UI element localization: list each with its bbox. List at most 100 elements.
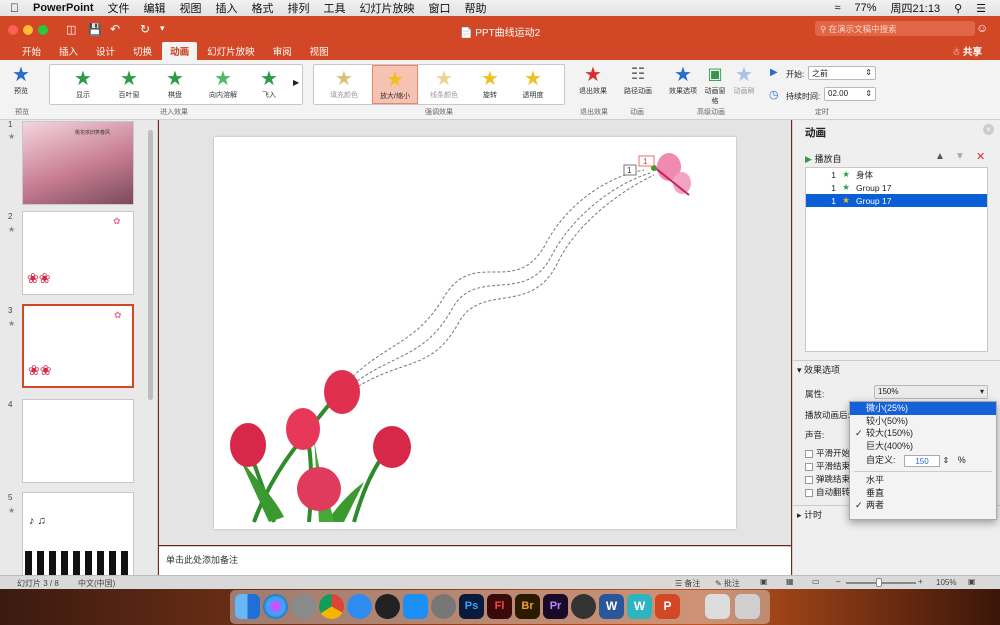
- effect-appear[interactable]: ★ 显示: [62, 68, 104, 100]
- gallery-more-icon[interactable]: ▶: [293, 78, 299, 87]
- property-select[interactable]: 150% ▾: [874, 385, 988, 399]
- menu-edit[interactable]: 编辑: [144, 0, 166, 16]
- search-icon[interactable]: ⚲: [954, 2, 962, 15]
- zoom-button[interactable]: [38, 25, 48, 35]
- move-up-icon[interactable]: ▲: [935, 151, 945, 162]
- search-box[interactable]: ⚲ 在演示文稿中搜索: [815, 21, 975, 36]
- powerpoint-icon[interactable]: P: [655, 594, 680, 619]
- animation-painter-button[interactable]: ★ 动画刷: [728, 64, 760, 96]
- notes-toggle[interactable]: ☰ 备注: [675, 578, 700, 589]
- reading-view-icon[interactable]: ▭: [812, 577, 820, 586]
- tab-insert[interactable]: 插入: [51, 42, 86, 60]
- menu-slideshow[interactable]: 幻灯片放映: [360, 0, 415, 16]
- bounce-end-checkbox[interactable]: 弹跳结束: [805, 473, 850, 485]
- tab-review[interactable]: 审阅: [265, 42, 300, 60]
- effect-blinds[interactable]: ★ 百叶窗: [108, 68, 150, 100]
- smooth-start-checkbox[interactable]: 平滑开始: [805, 447, 850, 459]
- effect-dissolve-in[interactable]: ★ 向内溶解: [200, 68, 246, 100]
- menu-window[interactable]: 窗口: [429, 0, 451, 16]
- share-button[interactable]: ☃ 共享: [944, 42, 990, 60]
- duration-input[interactable]: 02.00 ⇕: [824, 87, 876, 101]
- wps-icon[interactable]: W: [627, 594, 652, 619]
- effect-transparency[interactable]: ★ 透明度: [512, 68, 554, 100]
- option-larger[interactable]: ✓ 较大(150%): [850, 427, 996, 440]
- smooth-end-checkbox[interactable]: 平滑结束: [805, 460, 850, 472]
- tulip-bouquet[interactable]: [230, 370, 411, 523]
- effect-fill-color[interactable]: ★ 填充颜色: [322, 68, 366, 100]
- slide-thumbnail-4[interactable]: [22, 399, 134, 483]
- premiere-icon[interactable]: Pr: [543, 594, 568, 619]
- launchpad-icon[interactable]: [291, 594, 316, 619]
- undo-icon[interactable]: ↶: [110, 22, 120, 36]
- save-icon[interactable]: 💾: [88, 23, 102, 36]
- tab-view[interactable]: 视图: [302, 42, 337, 60]
- wifi-icon[interactable]: ≈: [834, 2, 840, 14]
- option-horizontal[interactable]: 水平: [850, 474, 996, 487]
- effect-fly-in[interactable]: ★ 飞入: [248, 68, 290, 100]
- tab-animations[interactable]: 动画: [162, 42, 198, 60]
- photoshop-icon[interactable]: Ps: [459, 594, 484, 619]
- butterfly-image[interactable]: [651, 153, 691, 196]
- motion-path-button[interactable]: ☷ 路径动画: [617, 64, 659, 96]
- option-vertical[interactable]: 垂直: [850, 487, 996, 500]
- slide-thumbnail-3[interactable]: ✿ ❀❀: [22, 304, 134, 388]
- close-button[interactable]: [8, 25, 18, 35]
- play-from-button[interactable]: ▶ 播放自: [805, 152, 841, 165]
- quicktime-icon[interactable]: [571, 594, 596, 619]
- effect-line-color[interactable]: ★ 线条颜色: [422, 68, 466, 100]
- tab-slideshow[interactable]: 幻灯片放映: [199, 42, 263, 60]
- thumbnail-scrollbar[interactable]: [148, 130, 153, 400]
- qq-icon[interactable]: [375, 594, 400, 619]
- app-menu[interactable]: PowerPoint: [33, 2, 94, 14]
- menu-tools[interactable]: 工具: [324, 0, 346, 16]
- effect-grow-shrink[interactable]: ★ 放大/缩小: [372, 65, 418, 104]
- menu-format[interactable]: 格式: [252, 0, 274, 16]
- current-slide[interactable]: 1 1: [214, 137, 736, 529]
- tab-transitions[interactable]: 切换: [125, 42, 160, 60]
- language-indicator[interactable]: 中文(中国): [78, 578, 115, 589]
- comments-toggle[interactable]: ✎ 批注: [715, 578, 740, 589]
- motion-path[interactable]: [341, 169, 645, 388]
- tab-design[interactable]: 设计: [88, 42, 123, 60]
- auto-reverse-checkbox[interactable]: 自动翻转: [805, 486, 850, 498]
- zoom-level[interactable]: 105%: [936, 578, 956, 587]
- stepper-icon[interactable]: ⇕: [943, 456, 950, 465]
- close-pane-icon[interactable]: ×: [983, 124, 994, 135]
- menu-help[interactable]: 帮助: [465, 0, 487, 16]
- clock[interactable]: 周四21:13: [891, 0, 941, 16]
- notes-area[interactable]: 单击此处添加备注: [159, 546, 791, 575]
- menu-view[interactable]: 视图: [180, 0, 202, 16]
- motion-path[interactable]: [353, 174, 655, 390]
- zoom-in-icon[interactable]: +: [918, 577, 923, 586]
- menu-list-icon[interactable]: ☰: [976, 2, 986, 15]
- animation-list-item[interactable]: 1 ★ 身体: [806, 168, 987, 181]
- menu-insert[interactable]: 插入: [216, 0, 238, 16]
- slide-thumbnail-1[interactable]: 桃花依旧笑春风: [22, 121, 134, 205]
- menu-file[interactable]: 文件: [108, 0, 130, 16]
- option-smaller[interactable]: 较小(50%): [850, 415, 996, 428]
- exit-effect-button[interactable]: ★ 退出效果: [573, 64, 613, 96]
- delete-animation-icon[interactable]: ✕: [976, 150, 985, 163]
- effect-options-header[interactable]: ▾ 效果选项: [793, 360, 1000, 375]
- customize-icon[interactable]: ▾: [160, 23, 165, 34]
- system-preferences-icon[interactable]: [431, 594, 456, 619]
- effect-checkerboard[interactable]: ★ 棋盘: [154, 68, 196, 100]
- animation-list-item[interactable]: 1 ★ Group 17: [806, 181, 987, 194]
- bridge-icon[interactable]: Br: [515, 594, 540, 619]
- flash-icon[interactable]: Fl: [487, 594, 512, 619]
- move-down-icon[interactable]: ▼: [955, 151, 965, 162]
- finder-icon[interactable]: [235, 594, 260, 619]
- animation-pane-button[interactable]: ▣ 动画窗格: [702, 64, 728, 106]
- redo-icon[interactable]: ↻: [140, 22, 150, 36]
- zoom-slider-handle[interactable]: [876, 578, 882, 587]
- trash-icon[interactable]: [735, 594, 760, 619]
- sorter-view-icon[interactable]: ▦: [786, 577, 794, 586]
- option-tiny[interactable]: 微小(25%): [850, 402, 996, 415]
- normal-view-icon[interactable]: ▣: [760, 577, 768, 586]
- account-icon[interactable]: ☺: [976, 21, 988, 35]
- minimize-button[interactable]: [23, 25, 33, 35]
- effect-options-button[interactable]: ★ 效果选项: [664, 64, 702, 96]
- safari-icon[interactable]: [347, 594, 372, 619]
- menu-arrange[interactable]: 排列: [288, 0, 310, 16]
- apple-icon[interactable]: : [10, 1, 19, 15]
